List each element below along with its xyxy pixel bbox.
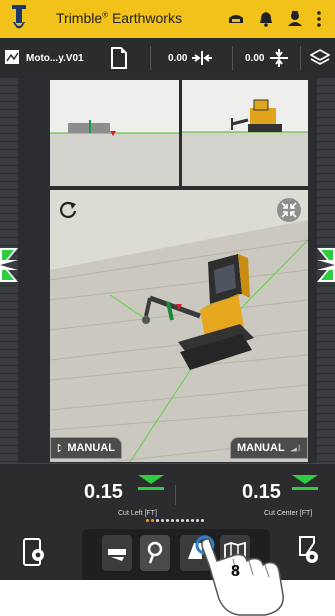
- document-icon[interactable]: [111, 47, 127, 69]
- app-screen: Trimble® Earthworks Moto...y.V01 0.00 0.…: [0, 0, 335, 616]
- vertical-offset-icon: [270, 49, 289, 67]
- left-manual-toggle[interactable]: MANUAL: [50, 437, 122, 459]
- toolbar-divider: [300, 46, 301, 70]
- app-title-product: Earthworks: [111, 10, 182, 26]
- cut-left-indicator-icon: [138, 475, 164, 490]
- machine-viewport: MANUAL MANUAL: [0, 78, 335, 463]
- app-header: Trimble® Earthworks: [0, 0, 335, 38]
- cut-left-label: Cut Left [FT]: [118, 510, 157, 517]
- toolbar-divider: [232, 46, 233, 70]
- cut-center-label: Cut Center [FT]: [264, 510, 313, 517]
- machine-settings-icon[interactable]: [296, 535, 322, 567]
- left-on-grade-indicator: [0, 248, 18, 282]
- cut-fill-readouts: 0.15 0.15 Cut Left [FT] Cut Center [FT]: [0, 463, 335, 525]
- right-on-grade-indicator: [317, 248, 335, 282]
- left-blade-icon: [57, 443, 62, 453]
- page-dot: [156, 519, 159, 522]
- page-dot: [201, 519, 204, 522]
- main-3d-view[interactable]: [50, 190, 308, 462]
- cut-center-indicator-icon: [292, 475, 318, 490]
- tab-machine[interactable]: [102, 535, 132, 571]
- vertical-offset-value: 0.00: [245, 52, 265, 64]
- page-dot: [171, 519, 174, 522]
- right-blade-icon: [289, 444, 300, 452]
- profile-view-pane[interactable]: [50, 80, 179, 186]
- horizontal-offset-control[interactable]: 0.00: [168, 38, 213, 78]
- app-title: Trimble® Earthworks: [56, 10, 182, 26]
- tab-search[interactable]: [140, 535, 170, 571]
- page-dot: [166, 519, 169, 522]
- bell-notification-icon[interactable]: [256, 9, 276, 29]
- design-map-icon: [5, 50, 19, 64]
- collapse-view-button[interactable]: [277, 198, 301, 222]
- reset-view-icon[interactable]: [58, 200, 78, 220]
- app-title-brand: Trimble: [56, 10, 103, 26]
- right-manual-toggle[interactable]: MANUAL: [230, 437, 308, 459]
- readout-divider: [175, 485, 176, 505]
- tap-hand-icon: [195, 535, 284, 616]
- page-dot: [196, 519, 199, 522]
- vertical-offset-control[interactable]: 0.00: [245, 38, 290, 78]
- overflow-menu-icon[interactable]: [314, 9, 324, 29]
- horizontal-offset-icon: [192, 51, 213, 65]
- page-indicator: [146, 519, 204, 523]
- cut-left-value: 0.15: [84, 481, 123, 503]
- page-dot: [181, 519, 184, 522]
- search-icon: [147, 541, 163, 564]
- machine-blade-icon: [108, 549, 126, 561]
- design-name: Moto...y.V01: [26, 52, 84, 64]
- operator-profile-icon[interactable]: [285, 9, 305, 29]
- collapse-icon: [281, 202, 297, 218]
- page-dot: [191, 519, 194, 522]
- trimble-logo-icon: [12, 5, 26, 29]
- page-dot: [161, 519, 164, 522]
- registered-mark: ®: [102, 10, 109, 20]
- layers-icon[interactable]: [310, 48, 330, 68]
- page-dot: [186, 519, 189, 522]
- toolbar-divider: [150, 46, 151, 70]
- right-mode-label: MANUAL: [237, 442, 285, 454]
- horizontal-offset-value: 0.00: [168, 52, 188, 64]
- cut-center-value: 0.15: [242, 481, 281, 503]
- design-selector[interactable]: Moto...y.V01: [4, 38, 84, 78]
- page-dot: [176, 519, 179, 522]
- tap-step-number: 8: [231, 563, 240, 580]
- section-view-pane[interactable]: [182, 80, 308, 186]
- page-dot-active: [146, 519, 149, 522]
- left-mode-label: MANUAL: [67, 442, 115, 454]
- design-toolbar: Moto...y.V01 0.00 0.00: [0, 38, 335, 78]
- tap-gesture-overlay: 8: [195, 535, 295, 616]
- page-dot-active: [151, 519, 154, 522]
- machine-connection-icon[interactable]: [226, 9, 246, 29]
- device-settings-icon[interactable]: [22, 537, 48, 567]
